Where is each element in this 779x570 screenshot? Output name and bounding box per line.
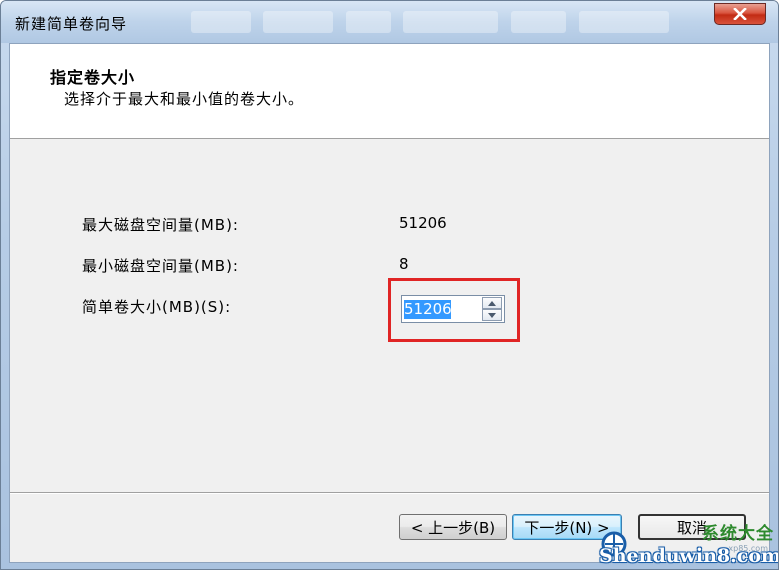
min-space-label: 最小磁盘空间量(MB): (82, 257, 239, 275)
max-space-label: 最大磁盘空间量(MB): (82, 216, 239, 234)
page-title: 指定卷大小 (50, 68, 136, 87)
watermark-main-text: Shenduwin8.com (599, 545, 779, 567)
footer-divider (10, 492, 769, 494)
back-button[interactable]: < 上一步(B) (399, 514, 507, 540)
max-space-value: 51206 (399, 214, 447, 232)
site-watermark: 系统大全 xp85.com Shenduwin8.com (599, 519, 778, 567)
red-highlight-box (388, 278, 520, 342)
watermark-small-text: 系统大全 (702, 524, 774, 544)
close-button[interactable] (714, 3, 766, 25)
window-title: 新建简单卷向导 (15, 15, 128, 33)
title-bar[interactable]: 新建简单卷向导 (1, 1, 778, 43)
volume-size-label: 简单卷大小(MB)(S): (82, 298, 232, 316)
titlebar-glass-blur (263, 11, 333, 33)
titlebar-glass-blur (191, 11, 251, 33)
wizard-header: 指定卷大小 选择介于最大和最小值的卷大小。 (10, 44, 769, 139)
min-space-value: 8 (399, 255, 409, 273)
wizard-client-area: 指定卷大小 选择介于最大和最小值的卷大小。 最大磁盘空间量(MB): 51206… (9, 43, 770, 563)
close-icon (733, 8, 747, 20)
titlebar-glass-blur (511, 11, 566, 33)
wizard-window: 新建简单卷向导 指定卷大小 选择介于最大和最小值的卷大小。 最大磁盘空间量(MB… (0, 0, 779, 570)
titlebar-glass-blur (579, 11, 669, 33)
page-subtitle: 选择介于最大和最小值的卷大小。 (64, 90, 305, 108)
titlebar-glass-blur (346, 11, 391, 33)
titlebar-glass-blur (403, 11, 498, 33)
